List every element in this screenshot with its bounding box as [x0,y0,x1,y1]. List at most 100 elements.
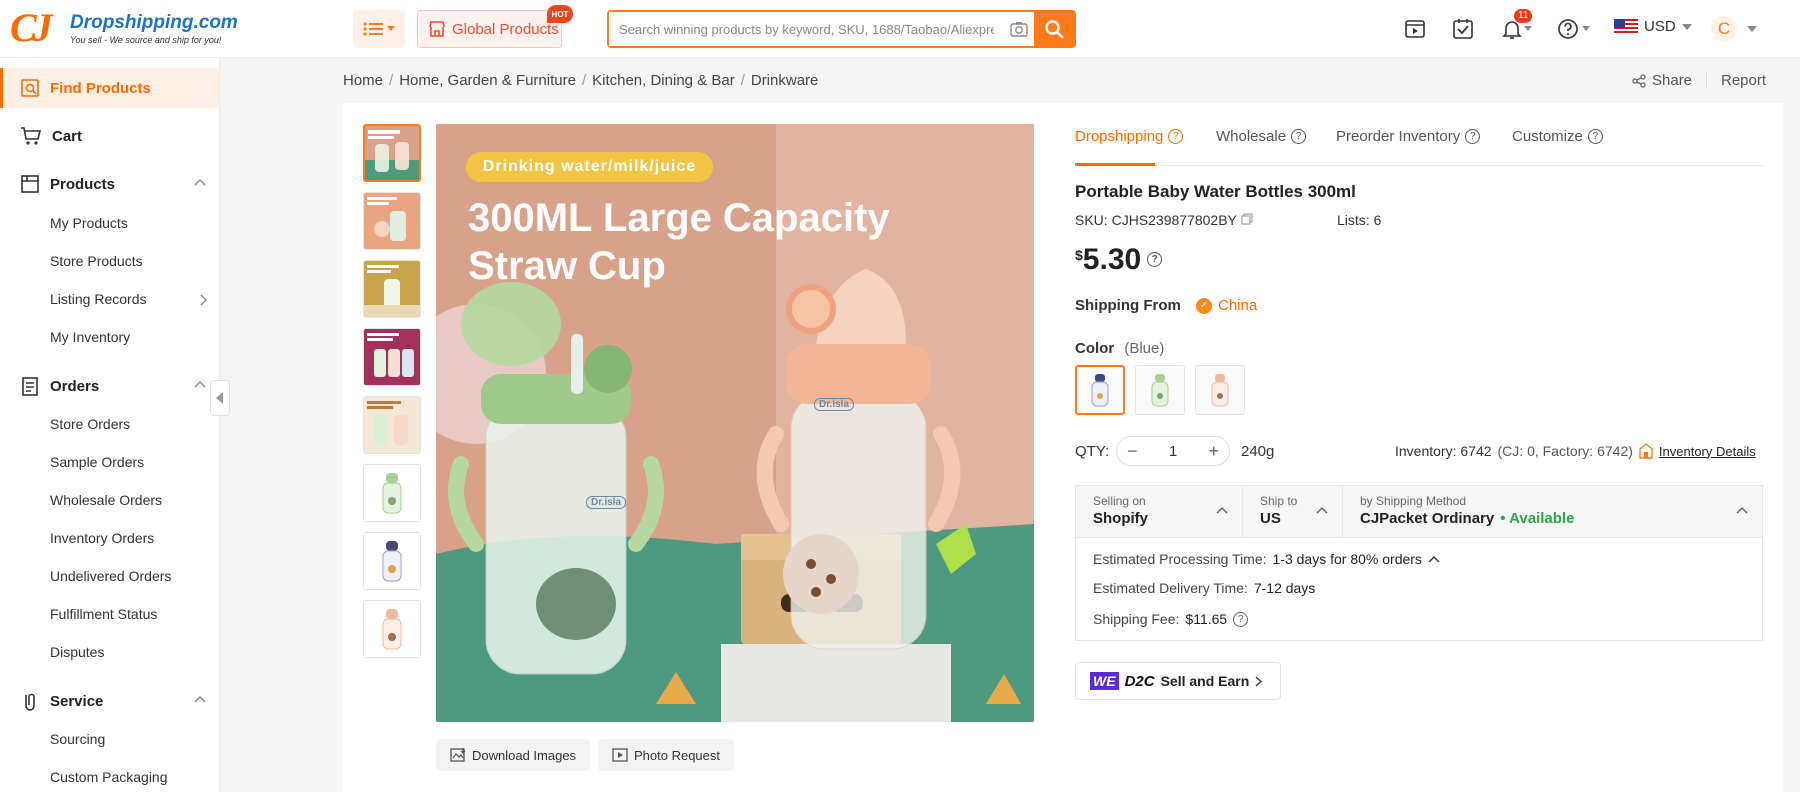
lists-label: Lists: [1337,212,1370,228]
breadcrumb-separator: / [581,72,587,89]
thumbnail-1[interactable] [363,124,421,182]
price-amount: 5.30 [1082,243,1142,276]
sell-and-earn-label: Sell and Earn [1160,673,1250,689]
sidebar-item-wholesale-orders[interactable]: Wholesale Orders [50,492,162,508]
search-input[interactable] [609,12,1004,46]
shipping-method-label: by Shipping Method [1360,494,1467,508]
photo-request-button[interactable]: Photo Request [598,739,735,771]
delivery-time-label: Estimated Delivery Time: [1093,580,1248,596]
sidebar-item-undelivered-orders[interactable]: Undelivered Orders [50,568,171,584]
sidebar-item-listing-records[interactable]: Listing Records [50,291,210,307]
inventory-details-link[interactable]: Inventory Details [1659,444,1756,459]
sidebar-item-disputes[interactable]: Disputes [50,644,104,660]
sidebar-item-service[interactable]: Service [0,681,219,721]
chevron-up-icon [194,179,206,186]
inventory-info: Inventory: 6742 (CJ: 0, Factory: 6742) I… [1395,443,1756,459]
sidebar-item-store-orders[interactable]: Store Orders [50,416,130,432]
d2c-logo: D2C [1124,672,1155,690]
chevron-right-icon [200,294,207,306]
sidebar-item-my-inventory[interactable]: My Inventory [50,329,130,345]
sidebar-item-sample-orders[interactable]: Sample Orders [50,454,144,470]
sidebar-item-my-products[interactable]: My Products [50,215,128,231]
ship-to-selector[interactable]: Ship to US [1243,486,1343,538]
quantity-value[interactable]: 1 [1169,443,1177,460]
thumbnail-4[interactable] [363,328,421,386]
breadcrumb-current[interactable]: Drinkware [751,72,819,89]
we-logo: WE [1090,672,1119,690]
decrement-button[interactable]: − [1127,441,1138,462]
copy-icon[interactable] [1240,213,1253,225]
search-button[interactable] [1034,12,1074,46]
thumbnail-8[interactable] [363,600,421,658]
help-icon[interactable]: ? [1168,129,1184,144]
video-icon[interactable] [1401,15,1429,43]
camera-search-icon[interactable] [1004,12,1034,46]
sidebar-item-inventory-orders[interactable]: Inventory Orders [50,530,154,546]
notifications-icon[interactable]: 11 [1498,9,1533,43]
download-images-button[interactable]: Download Images [436,739,591,771]
color-label-text: Color [1075,340,1115,357]
shipping-fee-value: $11.65 [1185,611,1228,627]
ship-to-value: US [1260,510,1281,527]
main-product-image[interactable]: Drinking water/milk/juice 300ML Large Ca… [436,124,1034,722]
breadcrumb-home[interactable]: Home [343,72,383,89]
sidebar-item-orders[interactable]: Orders [0,366,219,406]
tab-customize[interactable]: Customize ? [1512,128,1603,145]
chevron-up-icon [194,696,206,703]
shipping-method-value: CJPacket Ordinary [1360,510,1495,527]
share-button[interactable]: Share [1632,72,1692,89]
sidebar-item-products[interactable]: Products [0,164,219,204]
shipping-selectors: Selling on Shopify Ship to US by Shippin… [1076,486,1762,538]
thumbnail-2[interactable] [363,192,421,250]
currency-label: USD [1644,18,1676,35]
shipping-method-selector[interactable]: by Shipping Method CJPacket Ordinary • Av… [1343,486,1762,538]
thumbnail-7[interactable] [363,532,421,590]
sku-value: CJHS239877802BY [1111,212,1237,228]
help-icon[interactable]: ? [1291,129,1307,144]
chevron-up-icon[interactable] [1428,555,1440,563]
breadcrumb-category[interactable]: Home, Garden & Furniture [399,72,576,89]
tab-preorder-inventory[interactable]: Preorder Inventory ? [1336,128,1481,145]
orders-icon [22,377,38,396]
selling-on-selector[interactable]: Selling on Shopify [1076,486,1243,538]
help-icon[interactable]: ? [1233,611,1249,627]
sidebar-item-sourcing[interactable]: Sourcing [50,731,105,747]
breadcrumb-subcategory[interactable]: Kitchen, Dining & Bar [592,72,735,89]
sell-and-earn-button[interactable]: WE D2C Sell and Earn [1075,662,1281,700]
tab-dropshipping[interactable]: Dropshipping ? [1075,128,1184,145]
color-swatch-pink[interactable] [1195,365,1245,415]
report-button[interactable]: Report [1706,72,1766,89]
shipping-from-option[interactable]: ✓ China [1196,297,1257,314]
products-icon [21,175,39,193]
find-products-icon [21,79,39,97]
logo[interactable]: CJ Dropshipping.com You sell - We source… [10,8,238,50]
thumbnail-3[interactable] [363,260,421,318]
thumbnail-6[interactable] [363,464,421,522]
avatar[interactable]: C [1711,16,1737,42]
sidebar-item-store-products[interactable]: Store Products [50,253,143,269]
currency-selector[interactable]: USD [1614,18,1692,35]
shipping-from-value: China [1218,297,1258,314]
sidebar-item-fulfillment-status[interactable]: Fulfillment Status [50,606,157,622]
service-icon [25,693,35,711]
increment-button[interactable]: + [1208,441,1219,462]
help-icon[interactable]: ? [1587,129,1603,144]
help-icon[interactable]: ? [1147,252,1163,267]
thumbnail-5[interactable] [363,396,421,454]
task-check-icon[interactable] [1449,15,1477,43]
share-label: Share [1652,72,1693,89]
tab-wholesale[interactable]: Wholesale ? [1216,128,1307,145]
global-products-button[interactable]: Global Products HOT [417,5,573,48]
category-menu-button[interactable] [353,10,405,48]
photo-request-icon [612,748,628,762]
color-swatch-green[interactable] [1135,365,1185,415]
shipping-from-label: Shipping From [1075,297,1181,314]
sidebar-collapse-button[interactable] [210,380,230,416]
sidebar-item-cart[interactable]: Cart [0,116,219,156]
chevron-up-icon [1216,507,1228,514]
color-swatch-blue[interactable] [1075,365,1125,415]
sidebar-item-custom-packaging[interactable]: Custom Packaging [50,769,168,785]
help-icon[interactable]: ? [1465,129,1481,144]
sidebar-item-find-products[interactable]: Find Products [0,68,219,108]
help-icon[interactable] [1554,15,1590,43]
